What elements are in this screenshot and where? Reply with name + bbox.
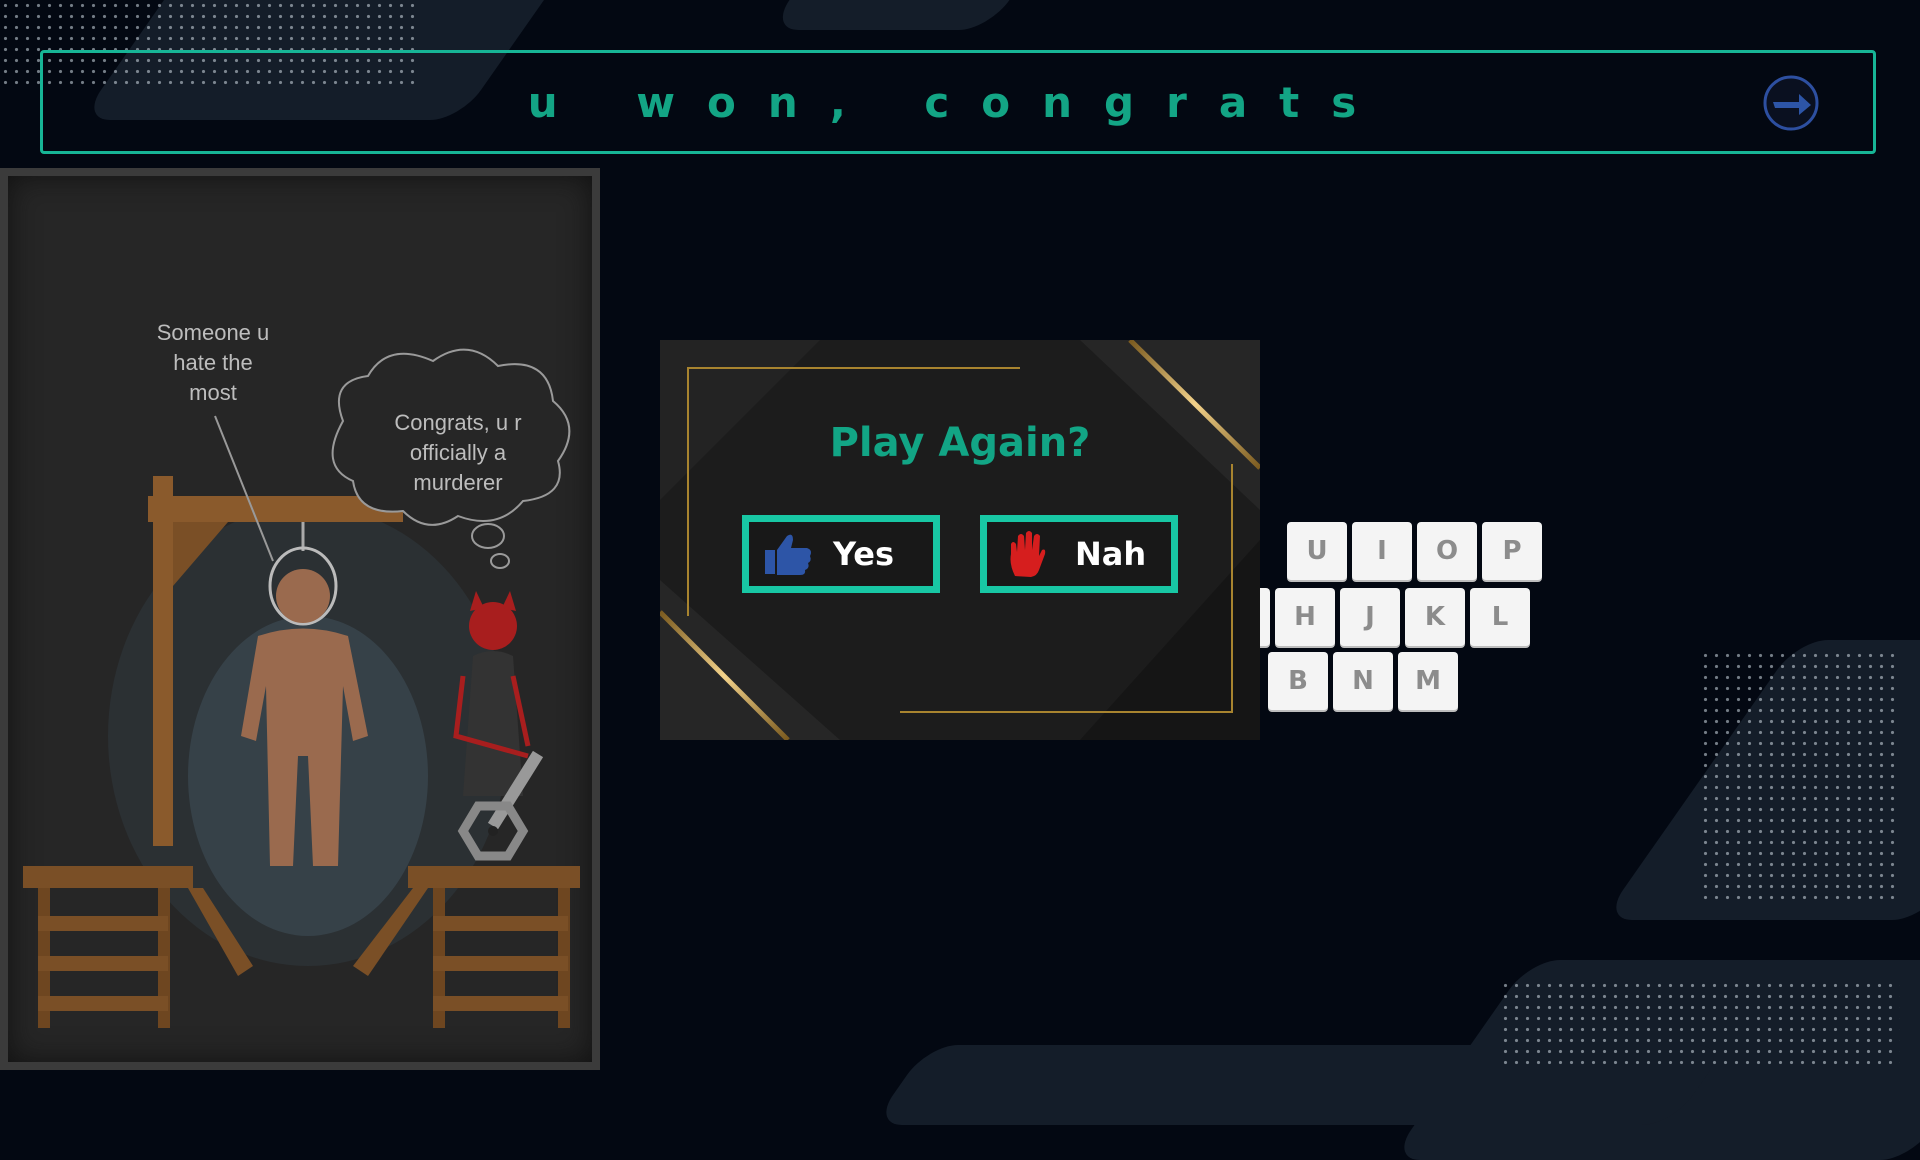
background-dots [1700, 650, 1900, 900]
result-message: u won, congrats [527, 77, 1389, 127]
key-b[interactable]: B [1268, 652, 1328, 710]
background-shape [768, 0, 1052, 30]
no-label: Nah [1075, 535, 1147, 573]
thumbs-up-icon [765, 534, 811, 575]
victim-label: Someone u hate the most [156, 320, 270, 405]
next-button[interactable] [1763, 75, 1819, 131]
key-j[interactable]: J [1340, 588, 1400, 646]
key-u[interactable]: U [1287, 522, 1347, 580]
play-again-dialog: Play Again? Yes Nah [660, 340, 1260, 740]
key-i[interactable]: I [1352, 522, 1412, 580]
hangman-scene: Someone u hate the most Congrats, u r of… [0, 168, 600, 1070]
status-banner: u won, congrats [40, 50, 1876, 154]
stop-hand-icon [1010, 531, 1046, 577]
yes-button[interactable]: Yes [742, 515, 940, 593]
yes-label: Yes [833, 535, 894, 573]
dialog-title: Play Again? [829, 420, 1091, 466]
arrow-right-circle-icon [1763, 75, 1819, 131]
key-o[interactable]: O [1417, 522, 1477, 580]
background-dots [1500, 980, 1900, 1070]
key-l[interactable]: L [1470, 588, 1530, 646]
key-h[interactable]: H [1275, 588, 1335, 646]
thought-bubble-text: Congrats, u r officially a murderer [394, 410, 522, 495]
key-n[interactable]: N [1333, 652, 1393, 710]
key-m[interactable]: M [1398, 652, 1458, 710]
gallows-illustration [23, 348, 580, 1028]
key-p[interactable]: P [1482, 522, 1542, 580]
no-button[interactable]: Nah [980, 515, 1178, 593]
key-k[interactable]: K [1405, 588, 1465, 646]
